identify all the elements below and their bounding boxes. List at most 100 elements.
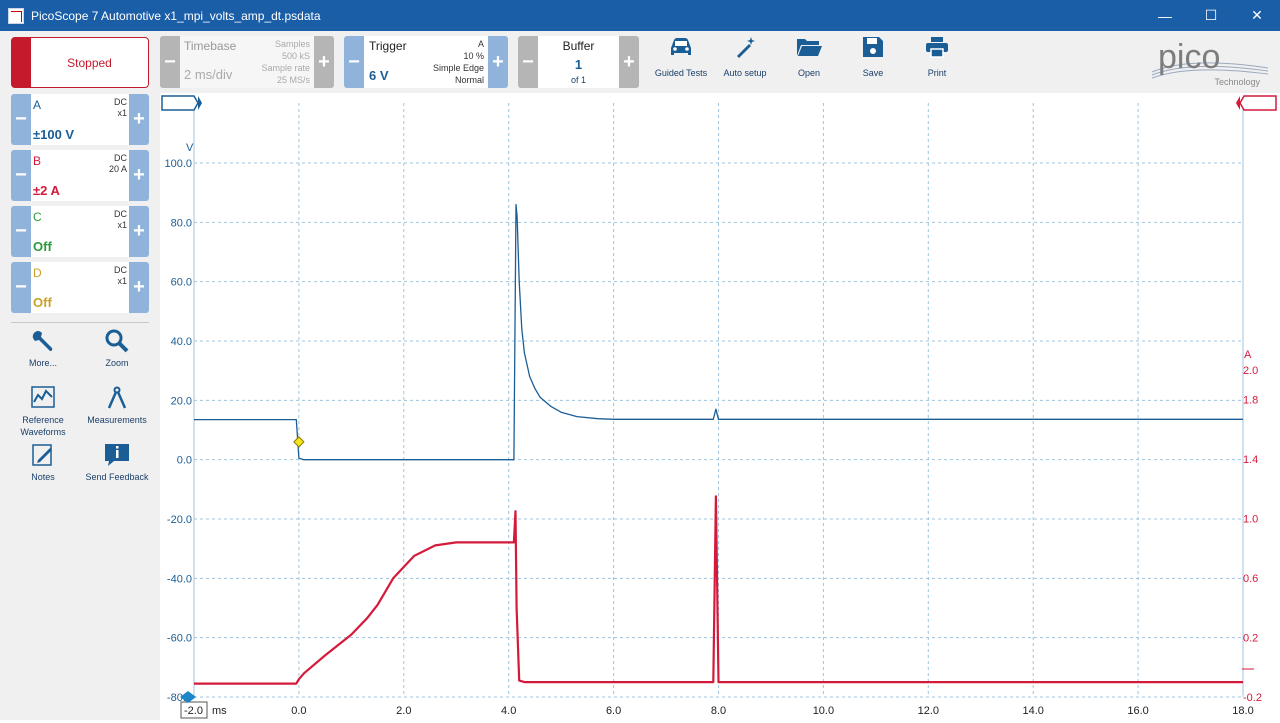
buffer-of: of 1 <box>570 75 586 85</box>
notes-icon <box>32 444 52 466</box>
channel-c-increase-button[interactable]: + <box>129 206 149 257</box>
right-tick-label: 1.4 <box>1243 454 1258 466</box>
app-icon <box>8 7 24 24</box>
channel-b-control: − B DC 20 A ±2 A + <box>11 150 149 201</box>
more-button[interactable]: More... <box>9 329 77 369</box>
x-tick-label: 14.0 <box>1022 705 1043 717</box>
feedback-icon <box>105 444 129 466</box>
left-axis-unit: V <box>186 142 194 154</box>
channel-d-decrease-button[interactable]: − <box>11 262 31 313</box>
print-label: Print <box>927 68 947 78</box>
channel-c-probe: x1 <box>117 220 127 230</box>
channel-b-name: B <box>33 154 42 168</box>
channel-b-coupling: DC <box>114 153 127 163</box>
left-tick-label: 40.0 <box>171 336 192 348</box>
trigger-label: Trigger <box>369 39 407 53</box>
guided-tests-button[interactable]: Guided Tests <box>649 36 713 78</box>
trigger-decrease-button[interactable]: − <box>344 36 364 88</box>
channel-b-increase-button[interactable]: + <box>129 150 149 201</box>
channel-c-decrease-button[interactable]: − <box>11 206 31 257</box>
minimize-button[interactable]: — <box>1142 0 1188 31</box>
measurements-button[interactable]: Measurements <box>83 386 151 426</box>
channel-c-range[interactable]: Off <box>33 239 52 254</box>
send-feedback-button[interactable]: Send Feedback <box>83 443 151 483</box>
scope-view[interactable]: 100.0 80.0 60.0 40.0 20.0 0.0 -20.0 -40.0 -60.0 -… <box>160 93 1280 720</box>
buffer-previous-button[interactable]: − <box>518 36 538 88</box>
notes-button[interactable]: Notes <box>9 443 77 483</box>
channel-c-control: − C DC x1 Off + <box>11 206 149 257</box>
channel-a-increase-button[interactable]: + <box>129 94 149 145</box>
channel-b-offset-handle[interactable] <box>1239 95 1277 111</box>
auto-setup-label: Auto setup <box>723 68 767 78</box>
pico-logo-graphic: pico Technology <box>1151 38 1269 87</box>
buffer-next-button[interactable]: + <box>619 36 639 88</box>
x-axis-ticks: -2.0 0.0 2.0 4.0 6.0 8.0 10.0 12.0 14.0 16.0 18.0 <box>180 701 1254 719</box>
left-tick-label: -20.0 <box>167 514 192 526</box>
x-tick-label: 18.0 <box>1232 705 1253 717</box>
zoom-label: Zoom <box>105 358 129 368</box>
guided-tests-label: Guided Tests <box>654 68 708 78</box>
panel-divider <box>11 322 149 323</box>
save-button[interactable]: Save <box>841 36 905 78</box>
channel-d-coupling: DC <box>114 265 127 275</box>
channel-a-handle-arrow-icon <box>198 96 202 110</box>
right-tick-label: 0.2 <box>1243 633 1258 645</box>
channel-c-coupling: DC <box>114 209 127 219</box>
reference-waveforms-label: Reference Waveforms <box>20 415 66 437</box>
trigger-increase-button[interactable]: + <box>488 36 508 88</box>
channel-a-name: A <box>33 98 42 112</box>
run-stop-button[interactable]: Stopped <box>11 37 149 88</box>
channel-b-decrease-button[interactable]: − <box>11 150 31 201</box>
trigger-level-value[interactable]: 6 V <box>369 68 389 83</box>
reference-waveform-icon <box>31 386 55 408</box>
channel-b-probe: 20 A <box>108 164 127 174</box>
channel-b-range[interactable]: ±2 A <box>33 183 60 198</box>
x-tick-label: -2.0 <box>184 705 203 717</box>
print-button[interactable]: Print <box>905 36 969 78</box>
timebase-decrease-button[interactable]: − <box>160 36 180 88</box>
open-button[interactable]: Open <box>777 36 841 78</box>
channel-d-increase-button[interactable]: + <box>129 262 149 313</box>
title-bar: PicoScope 7 Automotive x1_mpi_volts_amp_… <box>0 0 1280 31</box>
folder-open-icon <box>797 39 822 56</box>
reference-waveforms-button[interactable]: Reference Waveforms <box>9 386 77 438</box>
trigger-channel: A <box>477 39 484 49</box>
trigger-percent: 10 % <box>463 51 484 61</box>
left-axis-ticks: 100.080.060.040.020.00.0-20.0-40.0-60.0-… <box>164 158 192 704</box>
maximize-button[interactable]: ☐ <box>1188 0 1234 31</box>
trigger-type: Simple Edge <box>432 63 484 73</box>
x-tick-label: 6.0 <box>606 705 621 717</box>
channel-a-range[interactable]: ±100 V <box>33 127 74 142</box>
car-icon <box>671 38 691 55</box>
waveforms <box>194 203 1243 685</box>
close-button[interactable]: ✕ <box>1234 0 1280 31</box>
left-tick-label: 20.0 <box>171 395 192 407</box>
left-tick-label: 100.0 <box>164 158 192 170</box>
timebase-control: − Timebase 2 ms/div Samples 500 kS Sampl… <box>160 36 334 88</box>
channel-d-control: − D DC x1 Off + <box>11 262 149 313</box>
channel-d-range[interactable]: Off <box>33 295 52 310</box>
channel-a-probe: x1 <box>117 108 127 118</box>
buffer-value[interactable]: 1 <box>538 57 619 72</box>
channel-c-name: C <box>33 210 42 224</box>
right-tick-label: 0.6 <box>1243 573 1258 585</box>
auto-setup-button[interactable]: Auto setup <box>713 36 777 78</box>
x-tick-label: 2.0 <box>396 705 411 717</box>
trigger-mode: Normal <box>454 75 484 85</box>
samples-value: 500 kS <box>281 51 310 61</box>
timebase-value[interactable]: 2 ms/div <box>184 67 232 82</box>
channel-b-handle-arrow-icon <box>1236 96 1240 110</box>
trigger-marker[interactable] <box>293 436 305 448</box>
right-axis-ticks: 2.0 1.8 1.4 1.0 0.6 0.2 -0.2 <box>1243 365 1262 704</box>
channel-d-name: D <box>33 266 42 280</box>
waveform-chart[interactable]: 100.0 80.0 60.0 40.0 20.0 0.0 -20.0 -40.0 -60.0 -… <box>160 93 1280 720</box>
x-tick-label: 4.0 <box>501 705 516 717</box>
zoom-button[interactable]: Zoom <box>83 329 151 369</box>
sample-rate-label: Sample rate <box>261 63 310 73</box>
channel-d-probe: x1 <box>117 276 127 286</box>
timebase-increase-button[interactable]: + <box>314 36 334 88</box>
channel-a-offset-handle[interactable] <box>161 95 199 111</box>
buffer-control: − Buffer 1 of 1 + <box>518 36 639 88</box>
channel-a-decrease-button[interactable]: − <box>11 94 31 145</box>
left-tick-label: -40.0 <box>167 573 192 585</box>
